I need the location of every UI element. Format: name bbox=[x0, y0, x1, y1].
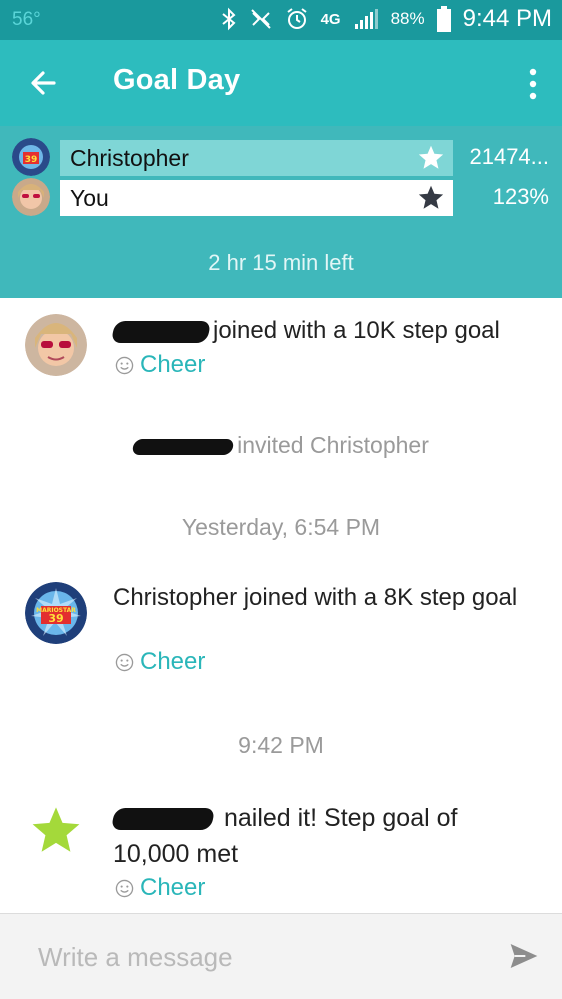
cheer-label: Cheer bbox=[140, 874, 206, 901]
leaderboard-row-you[interactable]: You 123% bbox=[0, 178, 562, 216]
alarm-icon bbox=[286, 8, 307, 29]
smile-icon bbox=[115, 653, 134, 671]
redacted-name bbox=[110, 320, 212, 343]
app-bar: Goal Day bbox=[0, 40, 562, 126]
overflow-menu-button[interactable] bbox=[526, 67, 540, 101]
participant-name: Christopher bbox=[70, 145, 189, 171]
avatar-christopher: 39 bbox=[12, 138, 50, 176]
redacted-name bbox=[131, 438, 235, 455]
status-bar: 56° 4G 88% 9:44 PM bbox=[0, 0, 562, 40]
participant-value: 21474... bbox=[469, 144, 549, 169]
back-button[interactable] bbox=[22, 63, 66, 103]
smile-icon bbox=[115, 879, 134, 897]
cheer-label: Cheer bbox=[140, 351, 206, 378]
leaderboard-row-christopher[interactable]: 39 Christopher 21474... bbox=[0, 138, 562, 176]
battery-percent: 88% bbox=[390, 9, 425, 28]
leaderboard: 39 Christopher 21474... You 123% 2 hr 15… bbox=[0, 126, 562, 298]
signal-icon bbox=[354, 9, 378, 29]
message-input[interactable]: Write a message bbox=[38, 942, 233, 973]
vibrate-mute-icon bbox=[250, 9, 271, 29]
feed-message-line2: 10,000 met bbox=[113, 840, 239, 868]
leaderboard-bar: Christopher bbox=[60, 140, 453, 176]
battery-icon bbox=[436, 6, 451, 32]
time-left: 2 hr 15 min left bbox=[208, 250, 354, 275]
clock: 9:44 PM bbox=[462, 5, 552, 32]
cheer-button[interactable]: Cheer bbox=[115, 351, 205, 379]
page-title: Goal Day bbox=[113, 64, 241, 96]
cheer-button[interactable]: Cheer bbox=[115, 874, 205, 902]
leaderboard-bar: You bbox=[60, 180, 453, 216]
feed-message: Christopher joined with a 8K step goal bbox=[113, 584, 518, 611]
smile-icon bbox=[115, 356, 134, 374]
participant-value: 123% bbox=[492, 184, 549, 209]
cheer-button[interactable]: Cheer bbox=[115, 648, 205, 676]
redacted-name bbox=[110, 808, 216, 831]
avatar-you bbox=[12, 178, 50, 216]
avatar-you bbox=[25, 314, 87, 376]
send-icon bbox=[510, 944, 538, 968]
feed-notice: invited Christopher bbox=[0, 432, 562, 459]
feed-message: joined with a 10K step goal bbox=[110, 315, 532, 347]
cheer-label: Cheer bbox=[140, 648, 206, 675]
feed-timestamp: Yesterday, 6:54 PM bbox=[181, 514, 381, 540]
bluetooth-icon bbox=[221, 7, 236, 31]
temperature-indicator: 56° bbox=[12, 9, 41, 30]
feed-notice-text: invited Christopher bbox=[237, 432, 429, 458]
star-icon bbox=[418, 145, 444, 169]
feed-timestamp: 9:42 PM bbox=[238, 732, 324, 758]
feed-message: nailed it! Step goal of 10,000 met bbox=[110, 800, 532, 872]
network-4g-icon: 4G bbox=[320, 10, 341, 28]
activity-feed[interactable]: joined with a 10K step goal Cheer invite… bbox=[0, 298, 562, 913]
participant-name: You bbox=[70, 185, 109, 211]
svg-text:39: 39 bbox=[25, 155, 38, 165]
avatar-christopher: MARIOSTAR 39 bbox=[25, 582, 87, 644]
star-icon bbox=[418, 185, 444, 209]
message-composer: Write a message bbox=[0, 913, 562, 999]
arrow-left-icon bbox=[31, 71, 56, 95]
overflow-menu-icon bbox=[529, 68, 537, 100]
send-button[interactable] bbox=[508, 940, 540, 972]
status-icons: 4G 88% 9:44 PM bbox=[221, 5, 552, 33]
feed-message-text: joined with a 10K step goal bbox=[213, 317, 500, 344]
feed-message-line1: nailed it! Step goal of bbox=[223, 804, 458, 832]
star-badge-icon bbox=[32, 807, 80, 852]
svg-text:39: 39 bbox=[48, 612, 63, 625]
